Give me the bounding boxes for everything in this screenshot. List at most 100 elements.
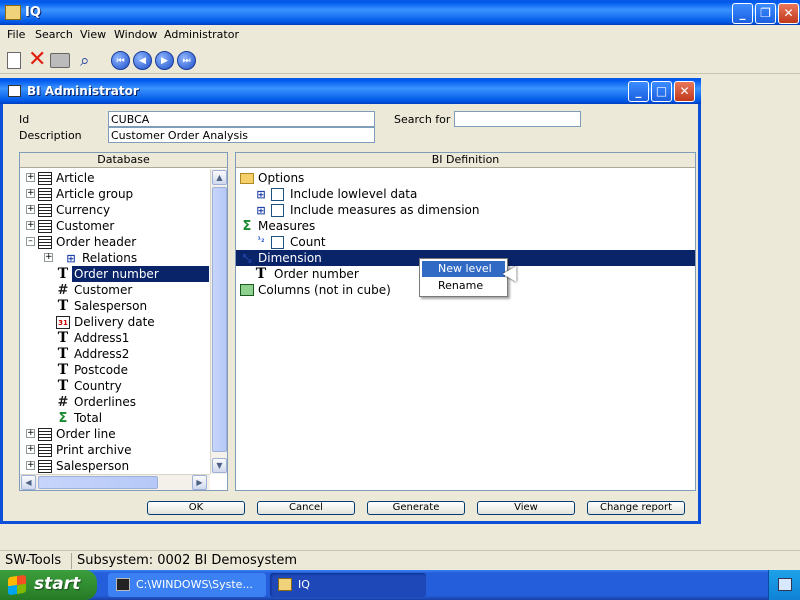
- database-tree-item[interactable]: + Customer: [20, 218, 209, 234]
- change-report-button[interactable]: Change report: [587, 501, 685, 515]
- database-tree-item[interactable]: Σ Total: [20, 410, 209, 426]
- last-record-icon[interactable]: ⏭: [177, 51, 196, 70]
- database-tree-item[interactable]: # Orderlines: [20, 394, 209, 410]
- cancel-button[interactable]: Cancel: [257, 501, 355, 515]
- menu-window[interactable]: Window: [114, 28, 157, 41]
- database-tree-item[interactable]: T Postcode: [20, 362, 209, 378]
- expand-icon[interactable]: +: [26, 461, 35, 470]
- vscroll-thumb[interactable]: [212, 187, 227, 452]
- bi-definition-tree-item[interactable]: Σ Measures: [236, 218, 695, 234]
- menu-view[interactable]: View: [80, 28, 106, 41]
- menu-search[interactable]: Search: [35, 28, 73, 41]
- task-iq[interactable]: IQ: [270, 573, 426, 597]
- database-tree-item[interactable]: + Order line: [20, 426, 209, 442]
- tray-network-icon[interactable]: [778, 578, 792, 591]
- database-tree-item[interactable]: + Salesperson: [20, 458, 209, 474]
- database-vscrollbar[interactable]: ▲ ▼: [210, 169, 227, 474]
- database-tree-item[interactable]: T Country: [20, 378, 209, 394]
- hscroll-thumb[interactable]: [38, 476, 158, 489]
- bi-close-button[interactable]: ✕: [674, 81, 695, 102]
- bi-definition-item-label: Options: [258, 171, 305, 185]
- scroll-down-arrow-icon[interactable]: ▼: [212, 458, 227, 473]
- expand-icon[interactable]: +: [26, 173, 35, 182]
- table-icon: [38, 188, 52, 201]
- generate-button[interactable]: Generate: [367, 501, 465, 515]
- windows-logo-icon: [8, 574, 26, 596]
- checkbox[interactable]: [271, 204, 284, 217]
- table-icon: [38, 460, 52, 473]
- columns-icon: [240, 284, 254, 296]
- menu-file[interactable]: File: [7, 28, 25, 41]
- database-tree-item[interactable]: + Print archive: [20, 442, 209, 458]
- next-record-icon[interactable]: ▶: [155, 51, 174, 70]
- expand-icon[interactable]: +: [26, 429, 35, 438]
- start-button[interactable]: start: [0, 570, 97, 600]
- delete-icon[interactable]: ✕: [28, 49, 48, 71]
- menu-administrator[interactable]: Administrator: [164, 28, 239, 41]
- first-record-icon[interactable]: ⏮: [111, 51, 130, 70]
- folder-open-icon: [240, 173, 254, 184]
- app-title: IQ: [25, 5, 41, 20]
- scroll-left-arrow-icon[interactable]: ◀: [21, 475, 36, 490]
- database-tree-item[interactable]: + Currency: [20, 202, 209, 218]
- menu-item-rename[interactable]: Rename: [422, 278, 505, 294]
- menu-item-new-level[interactable]: New level: [422, 261, 505, 277]
- database-tree-item-label: Order line: [56, 427, 116, 441]
- expand-icon[interactable]: +: [26, 221, 35, 230]
- table-icon: [38, 428, 52, 441]
- view-button[interactable]: View: [477, 501, 575, 515]
- find-icon[interactable]: ⌕: [80, 51, 100, 71]
- bi-definition-tree-item[interactable]: ⊞ Include measures as dimension: [236, 202, 695, 218]
- bi-definition-item-label: Order number: [274, 267, 359, 281]
- new-document-icon[interactable]: [7, 52, 21, 69]
- database-tree-item[interactable]: T Salesperson: [20, 298, 209, 314]
- bi-definition-tree-item[interactable]: ⊞ Include lowlevel data: [236, 186, 695, 202]
- database-tree-item[interactable]: 31 Delivery date: [20, 314, 209, 330]
- database-hscrollbar[interactable]: ◀ ▶: [20, 474, 210, 490]
- database-tree-item[interactable]: + Article: [20, 170, 209, 186]
- bi-maximize-button[interactable]: □: [651, 81, 672, 102]
- text-field-icon: T: [57, 346, 69, 362]
- date-field-icon: 31: [56, 316, 70, 329]
- expand-icon[interactable]: +: [44, 253, 53, 262]
- count-icon: ¹₂: [257, 235, 265, 244]
- database-tree-item[interactable]: T Order number: [20, 265, 210, 283]
- database-tree-item[interactable]: T Address1: [20, 330, 209, 346]
- database-tree-item[interactable]: # Customer: [20, 282, 209, 298]
- bi-window-titlebar: BI Administrator _ □ ✕: [0, 78, 701, 104]
- collapse-icon[interactable]: –: [26, 237, 35, 246]
- text-field-icon: T: [57, 266, 69, 282]
- search-input[interactable]: [454, 111, 581, 127]
- print-icon[interactable]: [50, 53, 70, 68]
- database-tree-item-label: Salesperson: [74, 299, 148, 313]
- ok-button[interactable]: OK: [147, 501, 245, 515]
- task-cmd[interactable]: C:\WINDOWS\Syste...: [108, 573, 266, 597]
- database-tree-item[interactable]: T Address2: [20, 346, 209, 362]
- iq-app-icon: [5, 5, 21, 20]
- checkbox[interactable]: [271, 188, 284, 201]
- database-tree-item[interactable]: + ⊞ Relations: [20, 250, 209, 266]
- minimize-button[interactable]: _: [732, 3, 753, 24]
- text-field-icon: T: [57, 330, 69, 346]
- close-button[interactable]: ✕: [778, 3, 799, 24]
- bi-definition-item-label: Include lowlevel data: [290, 187, 418, 201]
- database-tree-item[interactable]: – Order header: [20, 234, 209, 250]
- scroll-right-arrow-icon[interactable]: ▶: [192, 475, 207, 490]
- restore-button[interactable]: ❐: [755, 3, 776, 24]
- expand-icon[interactable]: +: [26, 205, 35, 214]
- bi-minimize-button[interactable]: _: [628, 81, 649, 102]
- status-subsystem: Subsystem: 0002 BI Demosystem: [77, 553, 297, 568]
- database-tree-item[interactable]: + Article group: [20, 186, 209, 202]
- bi-administrator-window: BI Administrator _ □ ✕ Id CUBCA Descript…: [0, 78, 701, 524]
- bi-definition-tree-item[interactable]: Options: [236, 170, 695, 186]
- expand-icon[interactable]: +: [26, 189, 35, 198]
- description-field[interactable]: Customer Order Analysis: [108, 127, 375, 143]
- database-tree-item-label: Salesperson: [56, 459, 130, 473]
- checkbox[interactable]: [271, 236, 284, 249]
- text-field-icon: T: [57, 362, 69, 378]
- scroll-up-arrow-icon[interactable]: ▲: [212, 170, 227, 185]
- expand-icon[interactable]: +: [26, 445, 35, 454]
- id-field[interactable]: CUBCA: [108, 111, 375, 127]
- previous-record-icon[interactable]: ◀: [133, 51, 152, 70]
- bi-definition-tree-item[interactable]: ¹₂ Count: [236, 234, 695, 250]
